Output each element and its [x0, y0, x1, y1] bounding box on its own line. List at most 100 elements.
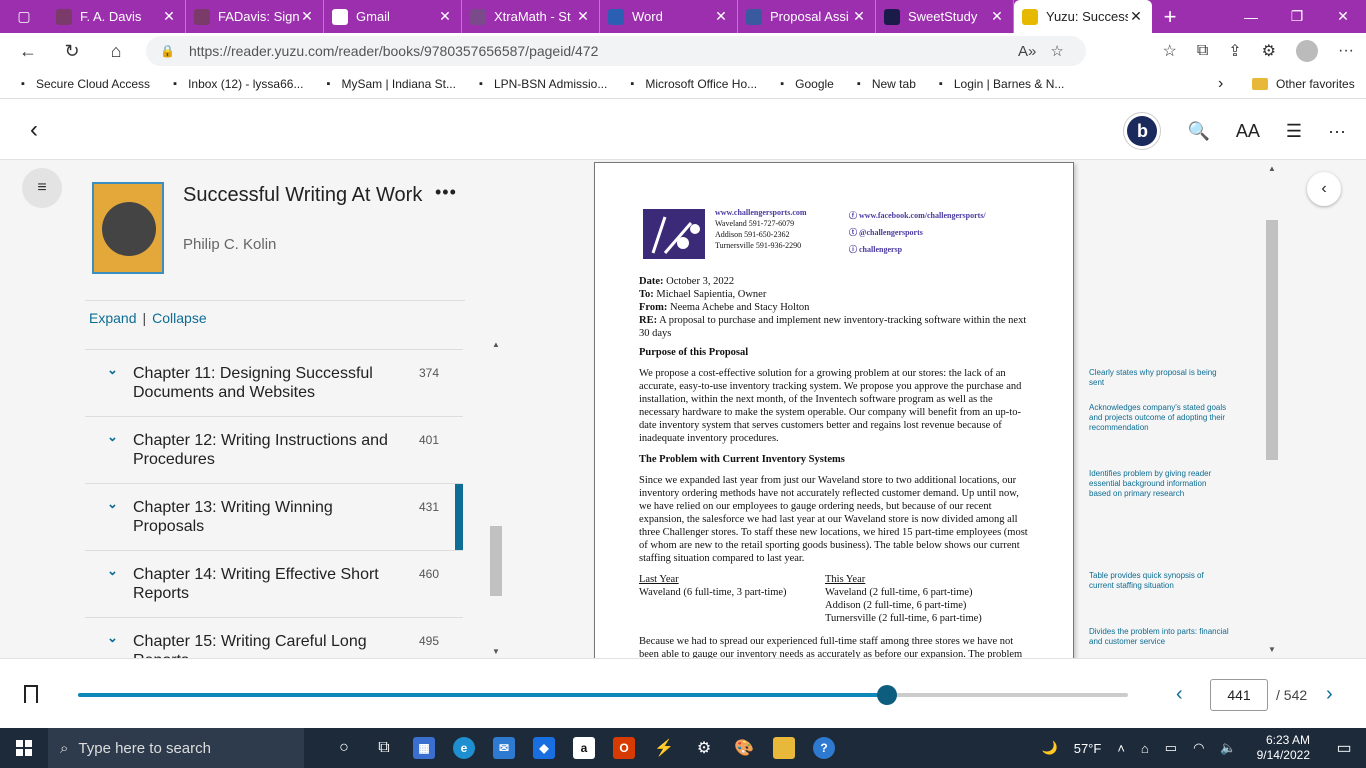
settings-icon[interactable]: ⚙ [684, 728, 724, 768]
favorite-link[interactable]: ▪ Secure Cloud Access [16, 77, 150, 91]
previous-page-icon[interactable]: ‹ [1176, 683, 1183, 706]
extensions-icon[interactable]: ⚙ [1262, 41, 1276, 61]
sidebar-scrollbar[interactable]: ▲ ▼ [490, 340, 502, 656]
slider-knob[interactable] [876, 685, 897, 705]
network-icon[interactable]: ⌂ [1141, 741, 1149, 756]
scroll-up-icon[interactable]: ▲ [492, 340, 500, 349]
bookmark-icon[interactable] [24, 685, 38, 703]
menu-icon[interactable]: ≡ [22, 168, 62, 208]
favorite-link[interactable]: ▪ Inbox (12) - lyssa66... [168, 77, 303, 91]
cortana-icon[interactable]: ○ [324, 728, 364, 768]
browser-tab[interactable]: SweetStudy ✕ [876, 0, 1014, 33]
close-tab-icon[interactable]: ✕ [161, 8, 177, 25]
browser-tab[interactable]: Word ✕ [600, 0, 738, 33]
chevron-up-icon[interactable]: ˄ [1117, 741, 1125, 756]
profile-avatar[interactable] [1296, 40, 1319, 62]
close-window-icon[interactable]: ✕ [1320, 0, 1366, 33]
close-tab-icon[interactable]: ✕ [437, 8, 453, 25]
bookmarks-list-icon[interactable]: ☰ [1286, 121, 1302, 142]
close-tab-icon[interactable]: ✕ [713, 8, 729, 25]
browser-tab[interactable]: Yuzu: Success ✕ [1014, 0, 1152, 33]
page-number-input[interactable]: 441 [1210, 679, 1268, 711]
chevron-down-icon[interactable]: ⌄ [107, 563, 118, 579]
next-page-icon[interactable]: › [1326, 683, 1333, 706]
browser-tab[interactable]: Proposal Assi ✕ [738, 0, 876, 33]
search-icon[interactable]: 🔍 [1187, 121, 1209, 142]
file-explorer-icon[interactable] [764, 728, 804, 768]
page-scrollbar[interactable]: ▲ ▼ [1266, 160, 1278, 658]
scroll-down-icon[interactable]: ▼ [1268, 645, 1276, 654]
back-icon[interactable]: ← [6, 33, 50, 69]
weather-icon[interactable]: 🌙 [1042, 740, 1058, 756]
task-view-icon[interactable]: ⧉ [364, 728, 404, 768]
taskbar-search[interactable]: ⌕ Type here to search [48, 728, 304, 768]
favorite-link[interactable]: ▪ MySam | Indiana St... [321, 77, 456, 91]
more-menu-icon[interactable]: ··· [1338, 42, 1354, 60]
paint-icon[interactable]: 🎨 [724, 728, 764, 768]
favorite-link[interactable]: ▪ LPN-BSN Admissio... [474, 77, 607, 91]
start-button[interactable] [0, 728, 48, 768]
tab-actions-icon[interactable]: ▢ [0, 0, 48, 33]
chapter-item[interactable]: ⌄ Chapter 13: Writing Winning Proposals 43… [85, 484, 463, 551]
battery-icon[interactable]: ▭ [1165, 740, 1177, 756]
browser-tab[interactable]: F. A. Davis ✕ [48, 0, 186, 33]
favorite-link[interactable]: ▪ New tab [852, 77, 916, 91]
chevron-down-icon[interactable]: ⌄ [107, 496, 118, 512]
mail-icon[interactable]: ✉ [484, 728, 524, 768]
text-size-icon[interactable]: AA [1236, 121, 1260, 142]
amazon-icon[interactable]: a [564, 728, 604, 768]
favorite-link[interactable]: ▪ Google [775, 77, 834, 91]
edge-icon[interactable]: e [444, 728, 484, 768]
close-tab-icon[interactable]: ✕ [299, 8, 315, 25]
browser-tab[interactable]: XtraMath - St ✕ [462, 0, 600, 33]
browser-tab[interactable]: FADavis: Sign ✕ [186, 0, 324, 33]
chevron-down-icon[interactable]: ⌄ [107, 362, 118, 378]
dropbox-icon[interactable]: ◆ [524, 728, 564, 768]
collections-icon[interactable]: ⧉ [1197, 42, 1208, 60]
chevron-down-icon[interactable]: ⌄ [107, 429, 118, 445]
browser-tab[interactable]: Gmail ✕ [324, 0, 462, 33]
expand-link[interactable]: Expand [89, 310, 136, 326]
office-icon[interactable]: O [604, 728, 644, 768]
chevron-right-icon[interactable]: › [1218, 69, 1223, 99]
chevron-down-icon[interactable]: ⌄ [107, 630, 118, 646]
read-aloud-icon[interactable]: A» [1018, 43, 1036, 60]
favorites-icon[interactable]: ☆ [1162, 41, 1176, 61]
new-tab-button[interactable]: + [1152, 0, 1188, 33]
chapter-item[interactable]: ⌄ Chapter 12: Writing Instructions and Pr… [85, 417, 463, 484]
store-icon[interactable]: ▦ [404, 728, 444, 768]
page-slider[interactable] [78, 685, 1128, 705]
share-icon[interactable]: ⇪ [1228, 41, 1241, 61]
chapter-item[interactable]: ⌄ Chapter 14: Writing Effective Short Rep… [85, 551, 463, 618]
chapter-item[interactable]: ⌄ Chapter 15: Writing Careful Long Report… [85, 618, 463, 658]
minimize-icon[interactable]: — [1228, 0, 1274, 33]
user-avatar[interactable]: b [1123, 112, 1162, 150]
wifi-icon[interactable]: ◠ [1193, 740, 1204, 756]
chapter-item[interactable]: ⌄ Chapter 11: Designing Successful Docume… [85, 350, 463, 417]
collapse-link[interactable]: Collapse [152, 310, 206, 326]
home-icon[interactable]: ⌂ [94, 33, 138, 69]
favorite-link[interactable]: ▪ Login | Barnes & N... [934, 77, 1064, 91]
clock[interactable]: 6:23 AM 9/14/2022 [1257, 733, 1310, 763]
more-icon[interactable]: ••• [435, 182, 457, 203]
restore-icon[interactable]: ❐ [1274, 0, 1320, 33]
close-tab-icon[interactable]: ✕ [989, 8, 1005, 25]
close-tab-icon[interactable]: ✕ [851, 8, 867, 25]
other-favorites[interactable]: Other favorites [1252, 69, 1355, 99]
notifications-icon[interactable]: ▭ [1322, 738, 1366, 758]
app-icon[interactable]: ⚡ [644, 728, 684, 768]
help-icon[interactable]: ? [804, 728, 844, 768]
close-tab-icon[interactable]: ✕ [1128, 8, 1144, 25]
refresh-icon[interactable]: ↻ [50, 33, 94, 69]
chevron-left-icon[interactable]: ‹ [30, 116, 38, 144]
chevron-left-icon[interactable]: ‹ [1307, 172, 1341, 206]
more-options-icon[interactable]: ··· [1328, 121, 1346, 142]
close-tab-icon[interactable]: ✕ [575, 8, 591, 25]
scroll-down-icon[interactable]: ▼ [492, 647, 500, 656]
weather-temp[interactable]: 57°F [1074, 741, 1102, 756]
favorite-link[interactable]: ▪ Microsoft Office Ho... [625, 77, 757, 91]
volume-icon[interactable]: 🔈 [1220, 740, 1236, 756]
url-field[interactable]: 🔒 https://reader.yuzu.com/reader/books/9… [146, 36, 1086, 66]
add-favorite-icon[interactable]: ☆ [1050, 42, 1063, 60]
scroll-up-icon[interactable]: ▲ [1268, 164, 1276, 173]
